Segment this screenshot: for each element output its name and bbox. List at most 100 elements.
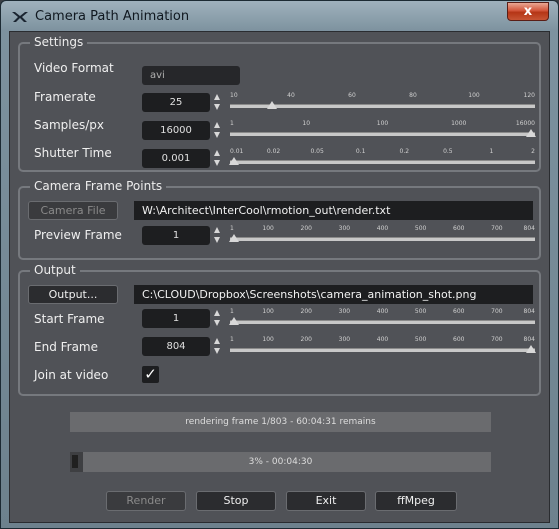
slider-tick-label: 0.2 [399,148,410,155]
end-frame-slider[interactable]: 1 100 200 300 400 500 600 700 804 [230,336,536,356]
shutter-time-spin-arrows[interactable] [213,149,221,168]
video-format-select[interactable]: avi [142,66,240,85]
slider-tick-label: 804 [523,225,535,232]
samples-spinbox[interactable]: 16000 [142,121,210,140]
slider-tick-label: 300 [338,225,351,232]
settings-group-title: Settings [30,34,88,50]
camera-file-button[interactable]: Camera File [28,201,118,220]
slider-tick-label: 200 [300,336,312,343]
samples-slider-thumb[interactable] [526,129,536,137]
start-frame-slider[interactable]: 1 100 200 300 400 500 600 700 804 [229,308,535,328]
end-frame-slider-thumb[interactable] [526,345,536,353]
samples-slider-ticks: 1 10 100 1000 16000 [230,120,535,131]
join-at-video-label: Join at video [34,368,109,382]
video-format-label: Video Format [34,61,114,75]
window-title: Camera Path Animation [35,9,190,24]
samples-slider-track [230,132,535,136]
close-icon: x [523,4,533,19]
slider-tick-label: 700 [491,225,503,232]
slider-tick-label: 16000 [515,120,535,127]
camera-frame-points-group: Camera Frame Points Camera File W:\Archi… [18,178,541,260]
shutter-time-label: Shutter Time [34,146,112,160]
join-at-video-checkbox[interactable]: ✓ [142,366,159,383]
camera-file-path-field[interactable]: W:\Architect\InterCool\rmotion_out\rende… [134,201,533,220]
shutter-time-slider-ticks: 0.01 0.02 0.05 0.1 0.2 0.5 1 2 [230,148,535,159]
slider-tick-label: 804 [523,308,535,315]
framerate-spinbox[interactable]: 25 [142,93,210,112]
slider-tick-label: 500 [414,336,427,343]
render-progress-text: 3% - 00:04:30 [248,457,313,467]
slider-tick-label: 804 [523,336,535,343]
end-frame-slider-ticks: 1 100 200 300 400 500 600 700 804 [230,336,535,347]
slider-tick-label: 600 [453,308,465,315]
slider-tick-label: 0.1 [355,148,366,155]
preview-frame-spinbox[interactable]: 1 [142,226,210,245]
slider-tick-label: 60 [348,92,356,99]
slider-tick-label: 300 [338,336,351,343]
slider-tick-label: 300 [338,308,351,315]
slider-tick-label: 100 [262,225,274,232]
shutter-time-slider[interactable]: 0.01 0.02 0.05 0.1 0.2 0.5 1 2 [229,148,535,168]
slider-tick-label: 100 [468,92,480,99]
end-frame-label: End Frame [34,340,99,354]
slider-tick-label: 500 [414,308,427,315]
slider-tick-label: 0.5 [443,148,453,155]
render-progress-bar: 3% - 00:04:30 [70,452,491,472]
slider-tick-label: 80 [409,92,417,99]
output-button[interactable]: Output... [28,285,118,304]
slider-tick-label: 0.05 [310,148,324,155]
samples-spin-arrows[interactable] [213,121,221,140]
framerate-slider-thumb[interactable] [266,101,277,109]
slider-tick-label: 100 [262,336,274,343]
output-path-field[interactable]: C:\CLOUD\Dropbox\Screenshots\camera_anim… [134,285,533,304]
preview-frame-label: Preview Frame [34,228,122,242]
slider-tick-label: 700 [491,336,503,343]
slider-tick-label: 600 [453,336,465,343]
title-bar[interactable]: Camera Path Animation x [1,1,558,31]
samples-label: Samples/px [34,118,105,132]
shutter-time-slider-thumb[interactable] [229,157,239,165]
slider-tick-label: 700 [491,308,503,315]
render-progress-handle [72,455,78,468]
shutter-time-spinbox[interactable]: 0.001 [142,149,210,168]
preview-frame-slider-thumb[interactable] [229,234,239,242]
ffmpeg-button[interactable]: ffMpeg [375,491,457,511]
end-frame-spinbox[interactable]: 804 [142,337,210,356]
slider-tick-label: 600 [453,225,465,232]
app-logo-icon [12,12,28,22]
start-frame-slider-track [230,320,535,324]
framerate-slider[interactable]: 10 40 60 80 100 120 [230,92,535,112]
slider-tick-label: 100 [376,120,389,127]
output-group-title: Output [30,262,80,278]
render-button[interactable]: Render [106,491,186,511]
preview-frame-spin-arrows[interactable] [213,226,221,245]
preview-frame-slider[interactable]: 1 100 200 300 400 500 600 700 804 [229,225,535,245]
slider-tick-label: 120 [523,92,535,99]
slider-tick-label: 200 [300,308,312,315]
slider-tick-label: 10 [302,120,311,127]
slider-tick-label: 400 [376,308,389,315]
slider-tick-label: 10 [230,92,238,99]
slider-tick-label: 400 [376,336,389,343]
camera-frame-points-group-title: Camera Frame Points [30,178,167,194]
slider-tick-label: 40 [287,92,295,99]
stop-button[interactable]: Stop [196,491,276,511]
slider-tick-label: 1 [230,225,234,232]
start-frame-spin-arrows[interactable] [213,309,221,328]
framerate-spin-arrows[interactable] [213,93,221,112]
samples-slider[interactable]: 1 10 100 1000 16000 [230,120,536,140]
end-frame-slider-track [230,348,535,352]
preview-frame-slider-ticks: 1 100 200 300 400 500 600 700 804 [230,225,535,236]
close-button[interactable]: x [507,2,549,21]
application-window: Camera Path Animation x Settings Video F… [0,0,559,529]
start-frame-spinbox[interactable]: 1 [142,309,210,328]
slider-tick-label: 1 [230,336,234,343]
slider-tick-label: 0.01 [230,148,244,155]
slider-tick-label: 200 [300,225,312,232]
end-frame-spin-arrows[interactable] [213,337,221,356]
shutter-time-slider-track [230,160,535,164]
output-group: Output Output... C:\CLOUD\Dropbox\Screen… [18,262,541,396]
start-frame-slider-thumb[interactable] [229,317,239,325]
settings-group: Settings Video Format avi Framerate 25 1… [18,34,541,172]
exit-button[interactable]: Exit [286,491,366,511]
